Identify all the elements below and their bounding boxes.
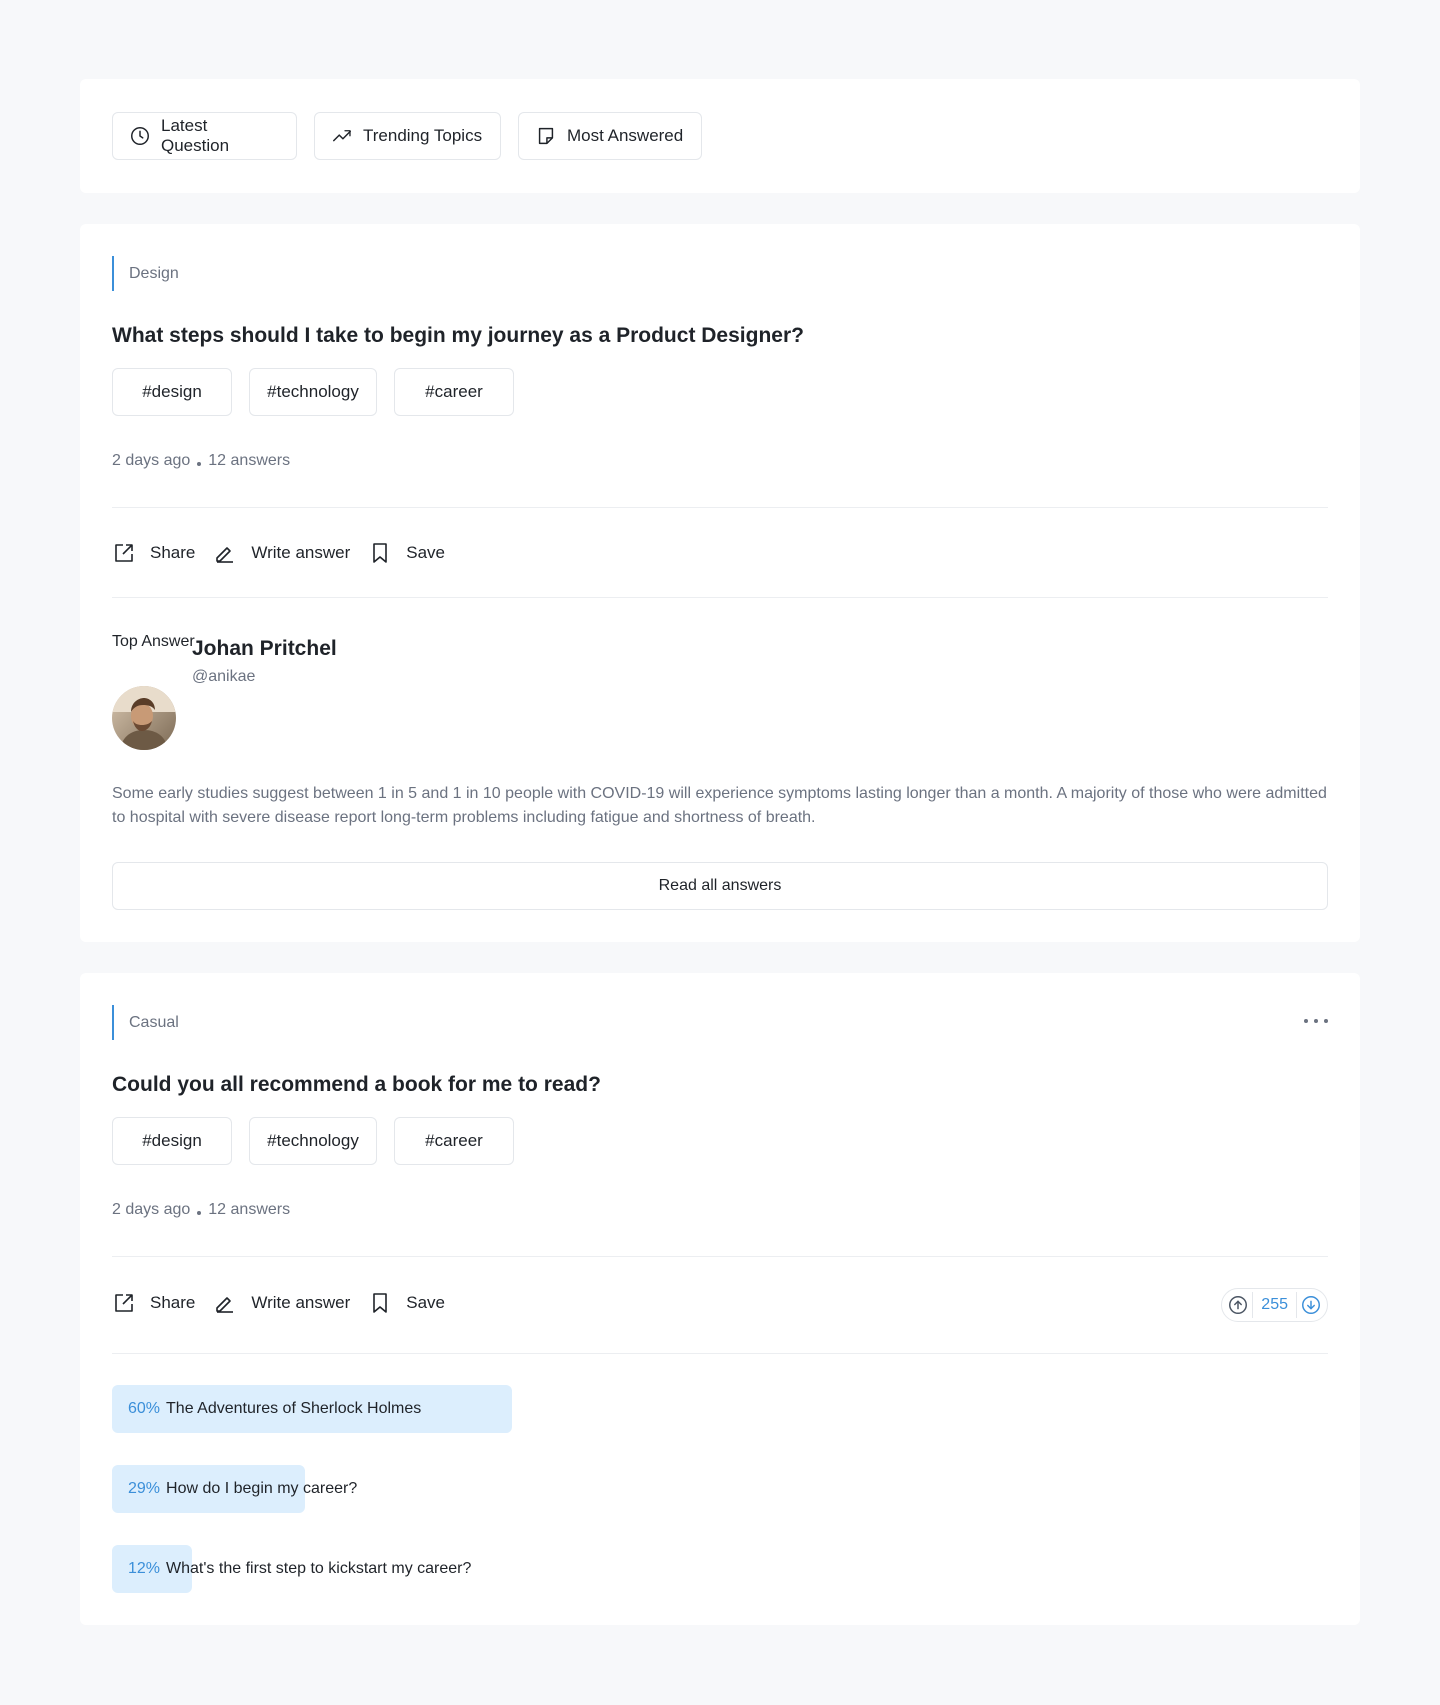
arrow-up-circle-icon: [1229, 1296, 1248, 1314]
avatar[interactable]: [112, 686, 176, 750]
poll-option-percent: 12%: [128, 1560, 161, 1577]
separator-dot: [197, 1211, 202, 1215]
tag-career[interactable]: #career: [394, 1117, 514, 1165]
poll-option-label: 29% How do I begin my career?: [128, 1465, 357, 1513]
share-icon: [115, 544, 133, 562]
poll-option-label: 12% What's the first step to kickstart m…: [128, 1545, 471, 1593]
more-dot: [1304, 1019, 1308, 1023]
poll-option-percent: 29%: [128, 1480, 161, 1497]
answer-text: Some early studies suggest between 1 in …: [112, 785, 1327, 826]
filter-trending-topics-button[interactable]: Trending Topics: [314, 112, 501, 160]
category-label: Casual: [112, 1005, 179, 1040]
share-label: Share: [150, 1293, 196, 1312]
filter-most-answered-button[interactable]: Most Answered: [518, 112, 702, 160]
action-bar: Share Write answer Save: [112, 541, 463, 565]
save-label: Save: [406, 1293, 446, 1312]
question-meta: 2 days ago 12 answers: [112, 452, 290, 470]
save-button[interactable]: Save: [368, 1291, 445, 1315]
top-answer-heading: Top Answer: [112, 633, 195, 650]
poll-option-text: How do I begin my career?: [166, 1480, 358, 1497]
question-title[interactable]: What steps should I take to begin my jou…: [112, 324, 804, 348]
tag-list: #design #technology #career: [112, 368, 514, 416]
save-button[interactable]: Save: [368, 541, 445, 565]
author-handle: @anikae: [192, 668, 256, 685]
pencil-icon: [216, 1297, 234, 1313]
divider: [112, 1256, 1328, 1257]
posted-time: 2 days ago: [112, 1201, 191, 1218]
filter-label: Trending Topics: [363, 126, 483, 145]
separator-dot: [197, 462, 202, 466]
read-all-answers-button[interactable]: Read all answers: [112, 862, 1328, 910]
write-answer-button[interactable]: Write answer: [213, 541, 350, 565]
tag-technology[interactable]: #technology: [249, 1117, 377, 1165]
arrow-down-circle-icon: [1302, 1296, 1320, 1314]
more-options-button[interactable]: [1304, 1015, 1328, 1027]
share-button[interactable]: Share: [112, 541, 195, 565]
divider: [112, 1353, 1328, 1354]
write-answer-label: Write answer: [251, 543, 351, 562]
share-icon: [115, 1294, 133, 1312]
filter-bar: Latest Question Trending Topics Most Ans…: [80, 79, 1360, 193]
action-bar: Share Write answer Save: [112, 1291, 463, 1315]
share-label: Share: [150, 543, 196, 562]
poll-option-label: 60% The Adventures of Sherlock Holmes: [128, 1385, 421, 1433]
write-answer-button[interactable]: Write answer: [213, 1291, 350, 1315]
clock-icon: [131, 127, 149, 145]
tag-design[interactable]: #design: [112, 368, 232, 416]
vote-count: 255: [1252, 1292, 1297, 1318]
more-dot: [1324, 1019, 1328, 1023]
upvote-button[interactable]: [1226, 1293, 1250, 1317]
tag-design[interactable]: #design: [112, 1117, 232, 1165]
poll-option[interactable]: 29% How do I begin my career?: [112, 1465, 612, 1513]
question-card: Design What steps should I take to begin…: [80, 224, 1360, 942]
question-title[interactable]: Could you all recommend a book for me to…: [112, 1073, 601, 1097]
downvote-button[interactable]: [1299, 1293, 1323, 1317]
filter-label: Most Answered: [567, 126, 684, 145]
posted-time: 2 days ago: [112, 452, 191, 469]
bookmark-icon: [373, 543, 388, 563]
poll-option-text: The Adventures of Sherlock Holmes: [166, 1400, 422, 1417]
write-answer-label: Write answer: [251, 1293, 351, 1312]
author-name[interactable]: Johan Pritchel: [192, 637, 337, 661]
trending-icon: [333, 130, 351, 142]
tag-list: #design #technology #career: [112, 1117, 514, 1165]
answer-count: 12 answers: [208, 1201, 291, 1218]
tag-career[interactable]: #career: [394, 368, 514, 416]
divider: [112, 507, 1328, 508]
filter-latest-question-button[interactable]: Latest Question: [112, 112, 297, 160]
more-dot: [1314, 1019, 1318, 1023]
divider: [112, 597, 1328, 598]
filter-tabs: Latest Question Trending Topics Most Ans…: [112, 112, 702, 160]
answer-count: 12 answers: [208, 452, 291, 469]
pencil-icon: [216, 547, 234, 563]
tag-technology[interactable]: #technology: [249, 368, 377, 416]
poll-option[interactable]: 12% What's the first step to kickstart m…: [112, 1545, 612, 1593]
vote-control: 255: [1221, 1288, 1328, 1322]
bookmark-icon: [373, 1293, 388, 1313]
poll-option[interactable]: 60% The Adventures of Sherlock Holmes: [112, 1385, 612, 1433]
share-button[interactable]: Share: [112, 1291, 195, 1315]
category-label: Design: [112, 256, 179, 291]
avatar-image: [112, 686, 176, 750]
note-icon: [538, 127, 554, 145]
save-label: Save: [406, 543, 446, 562]
question-meta: 2 days ago 12 answers: [112, 1201, 290, 1219]
poll-question-card: Casual Could you all recommend a book fo…: [80, 973, 1360, 1625]
filter-label: Latest Question: [161, 116, 230, 155]
poll-option-text: What's the first step to kickstart my ca…: [166, 1560, 472, 1577]
poll-option-percent: 60%: [128, 1400, 161, 1417]
